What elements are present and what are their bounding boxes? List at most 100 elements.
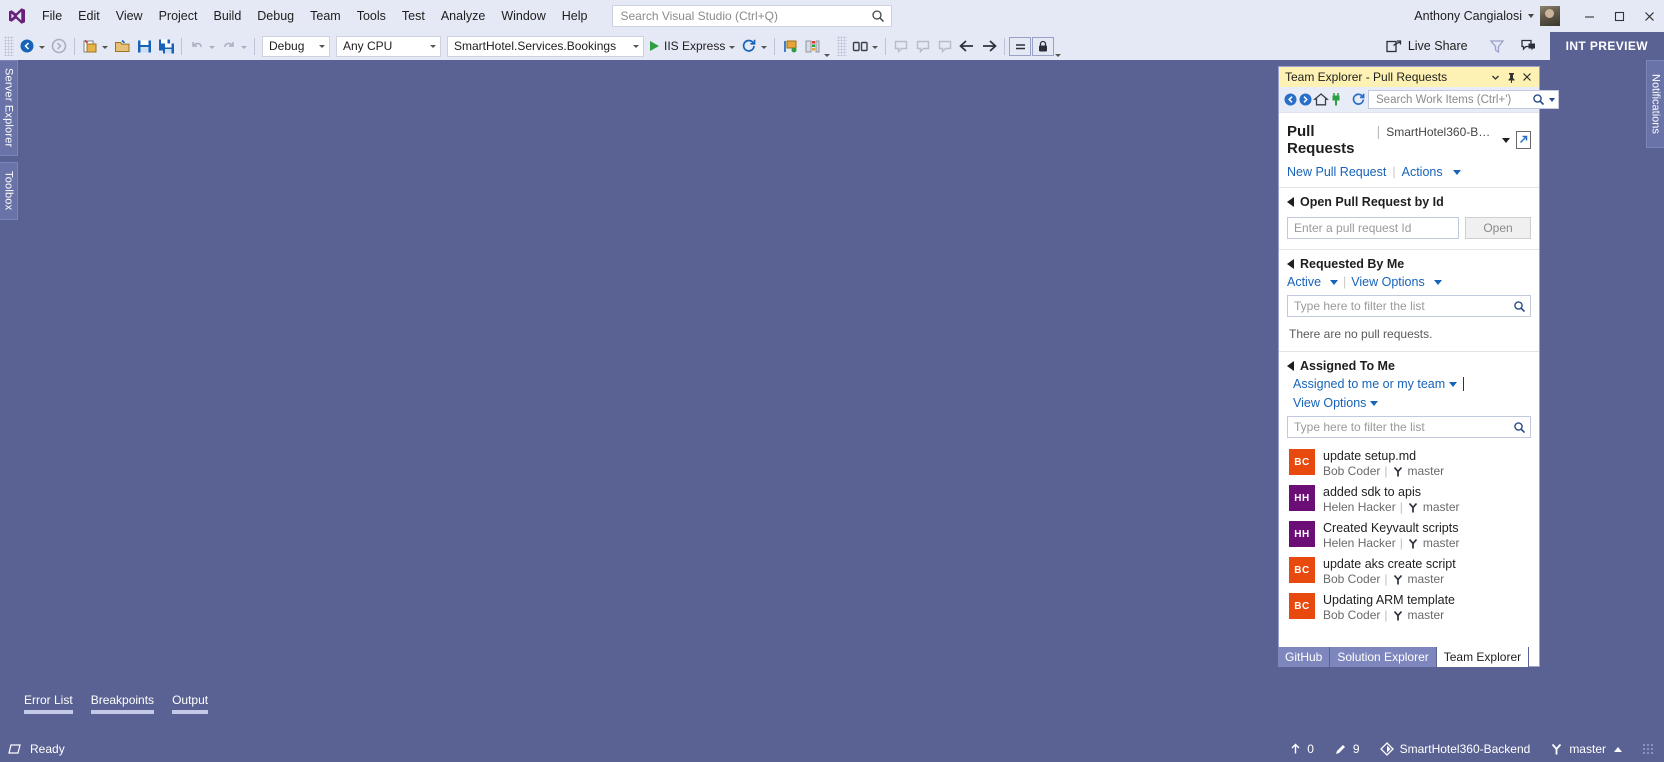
- assigned-to-me-filter-box[interactable]: [1287, 416, 1531, 438]
- pending-changes[interactable]: 9: [1334, 742, 1360, 756]
- save-all-icon[interactable]: [155, 35, 177, 57]
- maximize-button[interactable]: [1604, 0, 1634, 32]
- requested-by-me-filter-box[interactable]: [1287, 295, 1531, 317]
- tab-solution-explorer[interactable]: Solution Explorer: [1330, 647, 1437, 667]
- open-button[interactable]: Open: [1465, 217, 1531, 239]
- pin-icon[interactable]: [1503, 68, 1519, 86]
- unpublished-changes[interactable]: 0: [1290, 742, 1314, 756]
- work-items-search-box[interactable]: [1368, 90, 1559, 109]
- minimize-button[interactable]: [1574, 0, 1604, 32]
- expander-icon[interactable]: [1287, 361, 1294, 371]
- menu-item-window[interactable]: Window: [493, 4, 553, 28]
- bottom-tab-error-list[interactable]: Error List: [24, 693, 73, 714]
- attach-to-process-icon[interactable]: [779, 35, 801, 57]
- navigate-back-icon[interactable]: [16, 35, 38, 57]
- section-header-open-by-id[interactable]: Open Pull Request by Id: [1279, 188, 1539, 213]
- new-project-icon[interactable]: [79, 35, 101, 57]
- menu-item-help[interactable]: Help: [554, 4, 596, 28]
- list-item[interactable]: BC update setup.md Bob Coder | master: [1287, 446, 1531, 482]
- uncomment-icon[interactable]: [912, 35, 934, 57]
- undo-dropdown-icon[interactable]: [209, 46, 215, 49]
- tab-team-explorer[interactable]: Team Explorer: [1436, 647, 1530, 667]
- pull-request-id-field[interactable]: [1287, 217, 1459, 239]
- bottom-tab-breakpoints[interactable]: Breakpoints: [90, 693, 155, 714]
- resize-grip[interactable]: [1642, 743, 1654, 755]
- menu-item-file[interactable]: File: [34, 4, 70, 28]
- solution-platform-combo[interactable]: Any CPU: [336, 35, 441, 57]
- startup-project-combo[interactable]: SmartHotel.Services.Bookings: [447, 35, 644, 57]
- chevron-down-icon[interactable]: [1549, 97, 1555, 102]
- lock-icon[interactable]: [1032, 36, 1055, 56]
- search-icon[interactable]: [1513, 421, 1526, 434]
- new-project-dropdown-icon[interactable]: [102, 46, 108, 49]
- chevron-down-icon[interactable]: [1452, 169, 1461, 175]
- search-icon[interactable]: [1532, 93, 1545, 106]
- assigned-to-me-filter-input[interactable]: [1288, 417, 1513, 437]
- bookmark-dropdown-icon[interactable]: [872, 46, 879, 49]
- chevron-down-icon[interactable]: [1528, 14, 1534, 18]
- menu-item-build[interactable]: Build: [205, 4, 249, 28]
- user-avatar[interactable]: [1540, 6, 1560, 26]
- toolbar-grip[interactable]: [4, 36, 14, 56]
- bottom-tab-output[interactable]: Output: [172, 693, 209, 714]
- section-header-assigned-to-me[interactable]: Assigned To Me: [1279, 352, 1539, 377]
- navigate-back-dropdown-icon[interactable]: [39, 46, 45, 49]
- menu-item-team[interactable]: Team: [302, 4, 349, 28]
- new-pull-request-link[interactable]: New Pull Request: [1287, 165, 1386, 179]
- start-debugging-dropdown-icon[interactable]: [729, 46, 736, 49]
- reply-comment-icon[interactable]: [934, 35, 956, 57]
- menu-item-test[interactable]: Test: [394, 4, 433, 28]
- pull-request-id-input[interactable]: [1288, 218, 1458, 238]
- search-input[interactable]: [618, 6, 885, 26]
- menu-item-analyze[interactable]: Analyze: [433, 4, 493, 28]
- navigate-forward-icon[interactable]: [48, 35, 70, 57]
- redo-icon[interactable]: [218, 35, 240, 57]
- menu-item-debug[interactable]: Debug: [249, 4, 302, 28]
- chevron-down-icon[interactable]: [1370, 400, 1379, 406]
- arrow-left-icon[interactable]: [956, 35, 978, 57]
- connect-plug-icon[interactable]: [1329, 89, 1343, 110]
- live-share-button[interactable]: Live Share: [1378, 35, 1476, 57]
- start-debugging-button[interactable]: IIS Express: [647, 35, 728, 57]
- actions-link[interactable]: Actions: [1402, 165, 1443, 179]
- expander-icon[interactable]: [1287, 259, 1294, 269]
- repository-indicator[interactable]: SmartHotel360-Backend: [1379, 742, 1530, 756]
- refresh-icon[interactable]: [1351, 89, 1366, 110]
- requested-by-me-filter-input[interactable]: [1288, 296, 1513, 316]
- work-items-search-input[interactable]: [1374, 92, 1532, 107]
- branch-indicator[interactable]: master: [1550, 742, 1622, 756]
- close-button[interactable]: [1634, 0, 1664, 32]
- columns-icon[interactable]: [801, 35, 823, 57]
- list-item[interactable]: BC update aks create script Bob Coder | …: [1287, 554, 1531, 590]
- section-header-requested-by-me[interactable]: Requested By Me: [1279, 250, 1539, 275]
- redo-dropdown-icon[interactable]: [241, 46, 247, 49]
- list-item[interactable]: HH Created Keyvault scripts Helen Hacker…: [1287, 518, 1531, 554]
- lock-dropdown-icon[interactable]: [1055, 54, 1062, 57]
- back-icon[interactable]: [1283, 89, 1298, 110]
- view-options-link[interactable]: View Options: [1293, 396, 1366, 410]
- tab-github[interactable]: GitHub: [1278, 647, 1331, 667]
- search-icon[interactable]: [1513, 300, 1526, 313]
- comment-icon[interactable]: [890, 35, 912, 57]
- sidebar-tab-toolbox[interactable]: Toolbox: [0, 162, 18, 220]
- save-icon[interactable]: [133, 35, 155, 57]
- chevron-down-icon[interactable]: [1487, 68, 1503, 86]
- menu-item-tools[interactable]: Tools: [349, 4, 394, 28]
- account-name[interactable]: Anthony Cangialosi: [1414, 9, 1526, 23]
- expander-icon[interactable]: [1287, 197, 1294, 207]
- close-icon[interactable]: [1519, 68, 1535, 86]
- solution-configuration-combo[interactable]: Debug: [262, 35, 330, 57]
- menu-item-project[interactable]: Project: [151, 4, 206, 28]
- columns-dropdown-icon[interactable]: [824, 54, 831, 57]
- open-file-icon[interactable]: [111, 35, 133, 57]
- toolbar-grip[interactable]: [837, 36, 848, 56]
- assigned-filter-link[interactable]: Assigned to me or my team: [1293, 377, 1445, 391]
- chevron-down-icon[interactable]: [1433, 279, 1442, 285]
- chevron-down-icon[interactable]: [1330, 279, 1339, 285]
- bookmark-icon[interactable]: [849, 35, 871, 57]
- open-in-new-window-icon[interactable]: [1515, 131, 1531, 149]
- global-search-box[interactable]: [611, 5, 892, 27]
- indent-icon[interactable]: [1009, 36, 1032, 56]
- list-item[interactable]: HH added sdk to apis Helen Hacker | mast…: [1287, 482, 1531, 518]
- home-icon[interactable]: [1313, 89, 1329, 110]
